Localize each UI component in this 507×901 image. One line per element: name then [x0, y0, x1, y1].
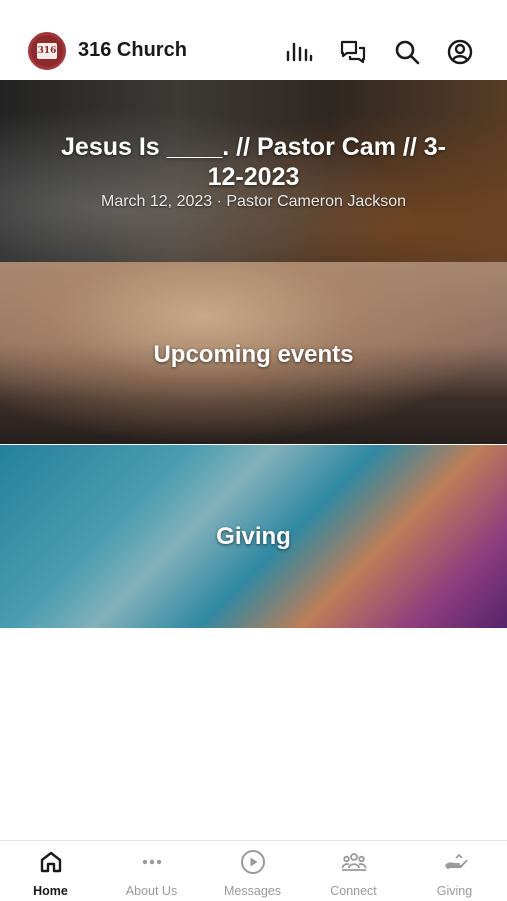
people-icon — [341, 853, 367, 871]
top-app-bar: 316 316 Church — [0, 0, 507, 80]
account-icon[interactable] — [444, 36, 476, 68]
search-icon[interactable] — [391, 36, 423, 68]
message-subtitle: March 12, 2023 · Pastor Cameron Jackson — [100, 193, 407, 210]
tab-about-us[interactable]: About Us — [101, 841, 202, 901]
chat-bubbles-icon[interactable] — [337, 36, 369, 68]
tab-connect[interactable]: Connect — [303, 841, 404, 901]
tab-home[interactable]: Home — [0, 841, 101, 901]
tab-label: About Us — [125, 884, 178, 898]
tab-messages[interactable]: Messages — [202, 841, 303, 901]
upcoming-events-banner[interactable]: Upcoming events — [0, 262, 507, 444]
giving-title: Giving — [216, 523, 291, 550]
bottom-tab-bar: Home About Us Messages Connect Giving — [0, 840, 507, 901]
message-title: Jesus Is ____. // Pastor Cam // 3-12-202… — [61, 133, 446, 191]
giving-hand-icon — [445, 853, 468, 869]
upcoming-events-title: Upcoming events — [153, 341, 354, 368]
play-circle-icon — [241, 850, 265, 874]
tab-label: Connect — [330, 884, 377, 898]
latest-message-banner[interactable]: Jesus Is ____. // Pastor Cam // 3-12-202… — [0, 80, 507, 262]
church-logo[interactable]: 316 — [28, 32, 66, 70]
giving-banner[interactable]: Giving — [0, 445, 507, 628]
tab-label: Giving — [436, 884, 473, 898]
more-dots-icon — [142, 859, 162, 865]
app-title: 316 Church — [78, 39, 187, 61]
equalizer-icon[interactable] — [283, 36, 315, 68]
tab-label: Home — [33, 884, 68, 898]
home-icon — [40, 851, 62, 873]
logo-text: 316 — [37, 43, 57, 59]
tab-giving[interactable]: Giving — [404, 841, 505, 901]
tab-label: Messages — [224, 884, 281, 898]
